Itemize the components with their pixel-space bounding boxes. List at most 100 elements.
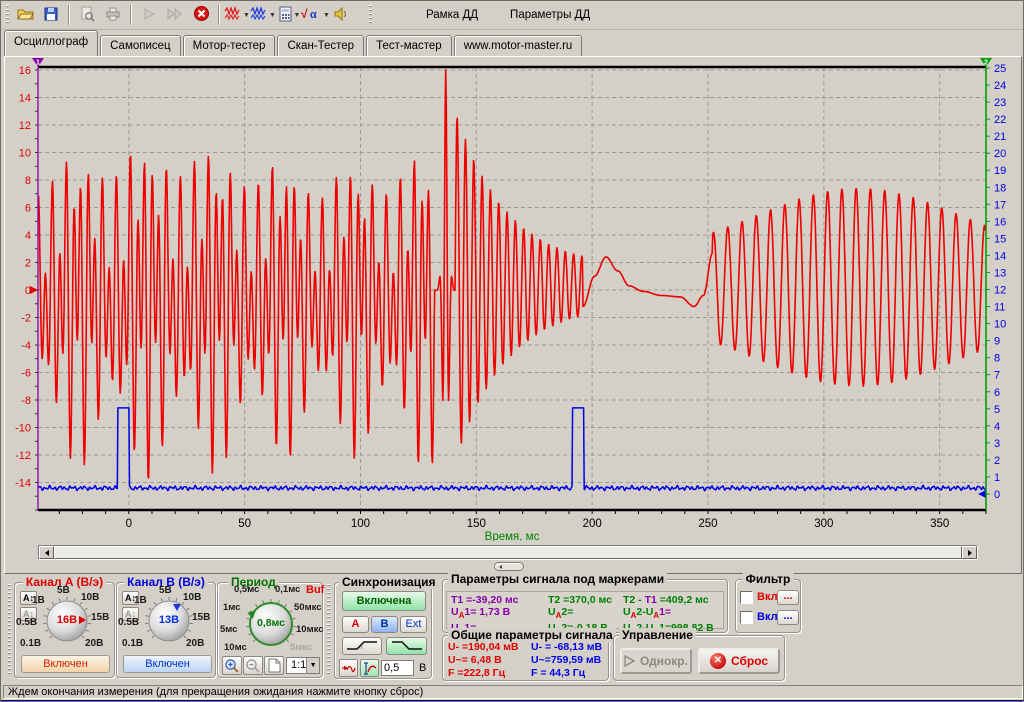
channel-b-zero-marker[interactable] (978, 490, 986, 498)
filter-b-more-button[interactable]: ... (777, 610, 799, 625)
channel-a-wave-icon (224, 6, 242, 25)
sync-enabled-button[interactable]: Включена (342, 591, 426, 611)
sound-button[interactable] (329, 3, 353, 27)
marker-1[interactable]: 1 (32, 58, 44, 510)
axis-a-tick-label: -12 (15, 450, 31, 462)
dd-params-button[interactable]: Параметры ДД (500, 6, 600, 24)
dd-frame-button[interactable]: Рамка ДД (416, 6, 488, 24)
channel-a-settings-button[interactable]: ▼ (225, 3, 249, 27)
tab-test-master[interactable]: Тест-мастер (366, 35, 452, 56)
zoom-out-button[interactable] (243, 656, 263, 675)
sync-source-b-button[interactable]: B (371, 616, 398, 633)
splitter-grip[interactable] (494, 562, 524, 571)
chevron-down-icon: ▼ (269, 12, 276, 19)
scroll-left-button[interactable] (39, 546, 54, 559)
auto-trigger-icon (341, 662, 356, 674)
axis-b-tick-label: 3 (994, 438, 1000, 450)
filter-a-more-button[interactable]: ... (777, 590, 799, 605)
reset-button[interactable]: ✕ Сброс (698, 648, 780, 674)
zoom-in-button[interactable] (222, 656, 242, 675)
fast-forward-button[interactable] (163, 3, 187, 27)
axis-b-tick-label: 1 (994, 472, 1000, 484)
sync-title: Синхронизация (339, 575, 439, 589)
b-freq-value: F = 44,3 Гц (531, 667, 602, 680)
tab-website[interactable]: www.motor-master.ru (454, 35, 583, 56)
rising-edge-icon (344, 638, 380, 652)
axis-b-tick-label: 15 (994, 233, 1006, 245)
fast-forward-icon (166, 7, 184, 24)
filter-b-checkbox[interactable] (740, 611, 753, 624)
svg-text:α: α (310, 9, 317, 21)
sync-level-button[interactable] (360, 659, 379, 677)
buffer-mode-label: Buf (306, 584, 324, 596)
axis-b-tick-label: 11 (994, 302, 1005, 314)
axis-x-tick-label: 50 (238, 518, 251, 530)
new-page-button[interactable] (264, 656, 284, 675)
toolbar-gripper (369, 5, 372, 25)
sync-source-a-button[interactable]: A (342, 616, 369, 633)
sync-rising-edge-button[interactable] (342, 637, 382, 655)
sqrt-alpha-icon: √α (300, 6, 322, 25)
status-bar: Ждем окончания измерения (для прекращени… (3, 685, 1023, 699)
axis-a-tick-label: -14 (15, 478, 31, 490)
stop-button[interactable] (189, 3, 213, 27)
arrow-left-icon (45, 550, 49, 556)
t2-value: T2 =370,0 мс (548, 594, 612, 606)
print-preview-icon (79, 6, 95, 25)
axis-x-tick-label: 200 (583, 518, 602, 530)
filter-title: Фильтр (743, 572, 794, 586)
sync-falling-edge-button[interactable] (386, 637, 427, 655)
chevron-down-icon: ▼ (243, 12, 250, 19)
print-button[interactable] (101, 3, 125, 27)
marker-params-panel: T1 =-39,20 мс UA1= 1,73 В UB1= T2 =370,0… (446, 591, 724, 629)
tab-recorder[interactable]: Самописец (100, 35, 181, 56)
zoom-in-icon (224, 658, 240, 674)
speaker-icon (333, 6, 349, 25)
play-icon (142, 7, 156, 24)
app-window: ▼ ▼ ▼ √α▼ Рамка ДД Параметры ДД Осциллог… (0, 0, 1024, 702)
axis-x-tick-label: 100 (351, 518, 370, 530)
axis-a-tick-label: 10 (19, 148, 31, 160)
tab-motor-tester[interactable]: Мотор-тестер (183, 35, 276, 56)
tab-scan-tester[interactable]: Скан-Тестер (277, 35, 364, 56)
axis-x-tick-label: 350 (930, 518, 949, 530)
sync-mode-button[interactable] (339, 659, 358, 677)
page-icon (268, 658, 281, 673)
axis-b-tick-label: 12 (994, 285, 1006, 297)
play-button[interactable] (137, 3, 161, 27)
channel-b-settings-button[interactable]: ▼ (251, 3, 275, 27)
save-button[interactable] (39, 3, 63, 27)
scrollbar-thumb[interactable] (54, 546, 962, 559)
chevron-down-icon[interactable]: ▼ (306, 658, 319, 673)
math-button[interactable]: √α▼ (303, 3, 327, 27)
axis-b-tick-label: 6 (994, 387, 1000, 399)
zoom-ratio-combo[interactable]: 1:1 ▼ (286, 657, 320, 674)
horizontal-scrollbar[interactable] (38, 545, 978, 560)
knob-scale-label: 50мкс (294, 602, 322, 613)
sync-level-input[interactable] (381, 660, 414, 676)
knob-scale-label: 0,1мс (275, 584, 300, 595)
axis-b-tick-label: 9 (994, 336, 1000, 348)
knob-scale-label: 10мс (224, 642, 247, 653)
sync-source-ext-button[interactable]: Ext (400, 616, 427, 633)
axis-a-tick-label: 8 (25, 175, 31, 187)
open-button[interactable] (13, 3, 37, 27)
channel-a-enabled-button[interactable]: Включен (21, 655, 110, 673)
axis-b-tick-label: 20 (994, 148, 1006, 160)
knob-scale-label: 1В (134, 595, 147, 606)
scroll-right-button[interactable] (962, 546, 977, 559)
knob-scale-label: 10В (81, 592, 99, 603)
tab-bar: Осциллограф Самописец Мотор-тестер Скан-… (1, 30, 1024, 56)
open-icon (17, 6, 34, 25)
filter-a-checkbox[interactable] (740, 591, 753, 604)
channel-b-enabled-button[interactable]: Включен (123, 655, 212, 673)
channel-a-group: Канал A (В/э) A↕ A↕ 5В 10В 15В 20В 0.1В … (14, 582, 115, 678)
single-shot-button[interactable]: Однокр. (620, 648, 692, 674)
oscilloscope-plot[interactable]: -14-12-10-8-6-4-202468101214160123456789… (6, 57, 1020, 541)
axis-b-tick-label: 23 (994, 97, 1006, 109)
channel-a-zero-marker[interactable] (30, 286, 38, 294)
tab-oscilloscope[interactable]: Осциллограф (4, 30, 98, 56)
print-preview-button[interactable] (75, 3, 99, 27)
calculator-button[interactable]: ▼ (277, 3, 301, 27)
knob-scale-label: 5мкс (290, 642, 312, 653)
